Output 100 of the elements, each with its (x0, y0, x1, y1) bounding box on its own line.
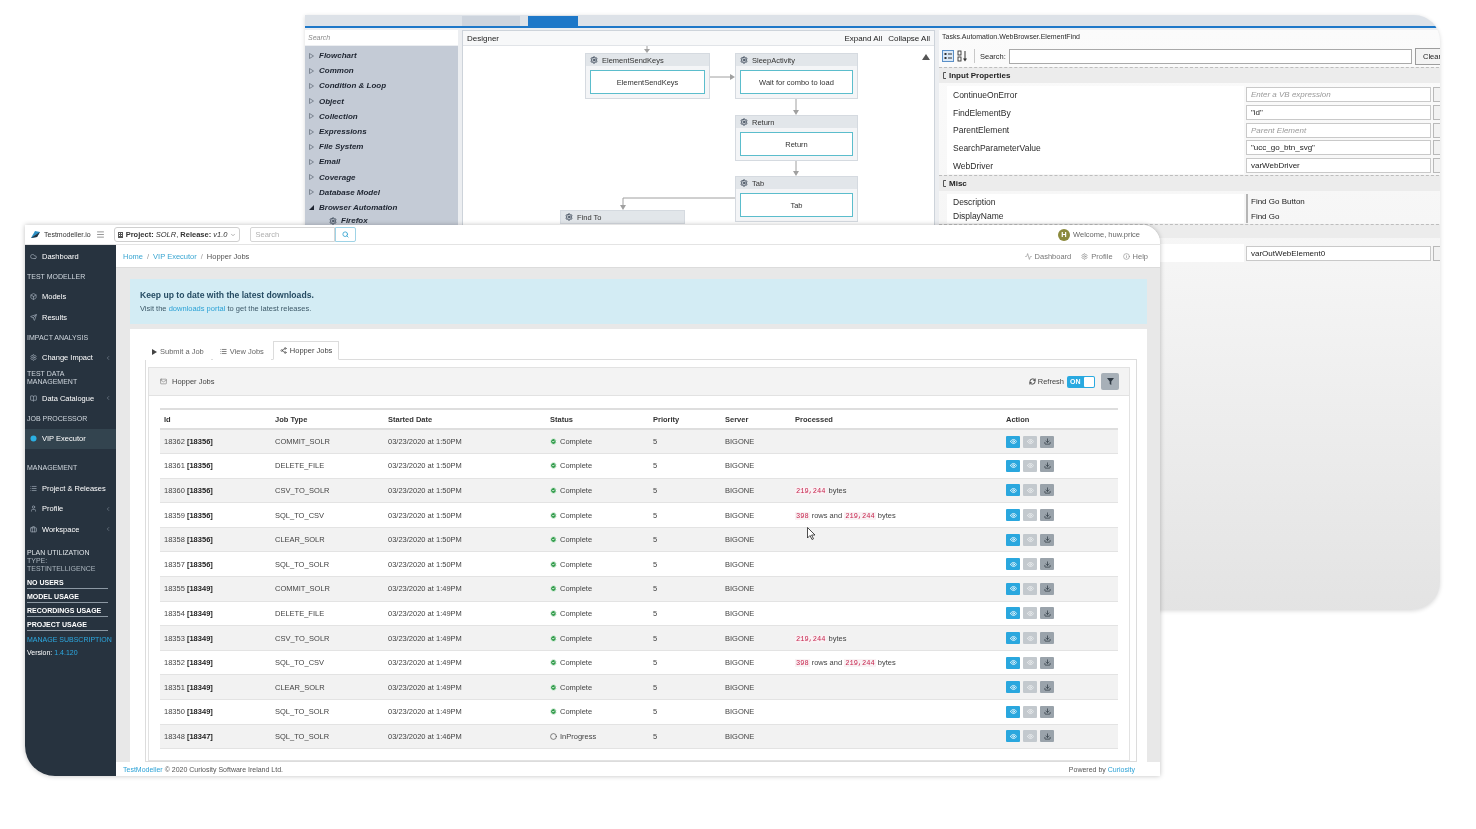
collapsed-triangle-icon[interactable] (309, 174, 314, 181)
toolbox-category[interactable]: Browser Automation (305, 199, 458, 216)
view-button[interactable] (1006, 435, 1020, 448)
property-name-cell: ContinueOnError (947, 86, 1244, 104)
user-icon (30, 505, 37, 513)
expanded-triangle-icon[interactable] (309, 204, 314, 210)
property-value-field[interactable]: Enter a VB expression (1246, 87, 1431, 103)
download-button[interactable] (1040, 582, 1054, 595)
view-button[interactable] (1006, 656, 1020, 669)
view-button[interactable] (1006, 484, 1020, 497)
toolbox-category[interactable]: Expressions (305, 123, 458, 140)
section-title: Misc (949, 179, 967, 189)
menu-icon[interactable] (95, 230, 105, 239)
toolbox-category[interactable]: Coverage (305, 169, 458, 185)
view-button[interactable] (1006, 459, 1020, 472)
eye-icon (1026, 536, 1034, 544)
building-icon (117, 231, 123, 238)
view-button[interactable] (1006, 632, 1020, 645)
toolbox-category[interactable]: Database Model (305, 184, 458, 200)
view-button[interactable] (1006, 730, 1020, 743)
gear-icon (740, 179, 748, 187)
toolbox-category[interactable]: Condition & Loop (305, 78, 458, 94)
eye-icon (1009, 462, 1017, 470)
check-circle-icon (550, 511, 557, 519)
download-button[interactable] (1040, 607, 1054, 620)
view-button[interactable] (1006, 705, 1020, 718)
collapsed-triangle-icon[interactable] (309, 189, 314, 196)
toolbox-category[interactable]: Flowchart (305, 48, 458, 64)
download-button[interactable] (1040, 558, 1054, 571)
collapse-icon[interactable] (943, 72, 946, 79)
toolbox-category[interactable]: Collection (305, 108, 458, 124)
alert-title: Keep up to date with the latest downloads. (140, 290, 315, 300)
toolbox-activity[interactable]: Firefox (305, 215, 458, 227)
eye-icon (1009, 683, 1017, 691)
logo-icon (30, 230, 41, 239)
toolbox-category[interactable]: File System (305, 139, 458, 155)
download-icon (1043, 609, 1051, 617)
collapsed-triangle-icon[interactable] (309, 158, 314, 165)
collapsed-triangle-icon[interactable] (309, 98, 314, 105)
view-button[interactable] (1006, 509, 1020, 522)
check-circle-icon (550, 634, 557, 642)
collapsed-triangle-icon[interactable] (309, 113, 314, 120)
download-button[interactable] (1040, 632, 1054, 645)
eye-icon (1026, 511, 1034, 519)
toggle-knob[interactable] (1084, 376, 1094, 387)
filter-button[interactable] (1101, 373, 1119, 390)
view-button[interactable] (1006, 607, 1020, 620)
view-button[interactable] (1006, 558, 1020, 571)
categorized-view-icon[interactable] (942, 50, 954, 62)
toolbox-category[interactable]: Email (305, 154, 458, 170)
toolbox-category[interactable]: Common (305, 63, 458, 79)
collapsed-triangle-icon[interactable] (309, 143, 314, 150)
eye-icon (1026, 487, 1034, 494)
check-circle-icon (550, 708, 557, 716)
designer-action-link[interactable]: Expand All (844, 33, 883, 43)
sort-icon[interactable] (957, 50, 969, 62)
property-value-field[interactable]: "id" (1246, 105, 1431, 121)
property-value-field[interactable]: varOutWebElement0 (1246, 245, 1431, 261)
view-button[interactable] (1006, 533, 1020, 546)
download-icon (1043, 511, 1051, 519)
paper-plane-icon (30, 313, 37, 321)
collapsed-triangle-icon[interactable] (309, 52, 314, 59)
gear-icon (740, 56, 748, 64)
download-button[interactable] (1040, 533, 1054, 546)
download-button[interactable] (1040, 509, 1054, 522)
view-button[interactable] (1006, 681, 1020, 694)
collapsed-triangle-icon[interactable] (309, 67, 314, 74)
download-button[interactable] (1040, 705, 1054, 718)
property-value-field[interactable]: "ucc_go_btn_svg" (1246, 140, 1431, 156)
download-button[interactable] (1040, 484, 1054, 497)
empty-circle-icon (550, 732, 557, 740)
list-icon (30, 484, 37, 492)
eye-icon (1009, 659, 1017, 667)
property-value-field[interactable]: varWebDriver (1246, 158, 1431, 174)
refresh-icon (1028, 378, 1036, 385)
collapse-icon[interactable] (943, 180, 946, 188)
download-button[interactable] (1040, 459, 1054, 472)
property-name-cell: ParentElement (947, 121, 1244, 140)
property-name-cell: SearchParameterValue (947, 139, 1244, 157)
gear-icon (565, 213, 573, 221)
download-button[interactable] (1040, 656, 1054, 669)
toolbox-category[interactable]: Object (305, 93, 458, 109)
designer-action-link[interactable]: Collapse All (888, 33, 930, 43)
download-button[interactable] (1040, 435, 1054, 448)
collapsed-triangle-icon[interactable] (309, 128, 314, 135)
connector-arrow (709, 74, 735, 80)
check-circle-icon (550, 609, 557, 617)
property-value-field[interactable]: Parent Element (1246, 122, 1431, 138)
gear-icon (740, 118, 748, 126)
download-icon (1043, 634, 1051, 642)
info-icon (1122, 252, 1130, 260)
download-button[interactable] (1040, 681, 1054, 694)
view-button[interactable] (1006, 582, 1020, 595)
property-search-field[interactable] (1008, 48, 1412, 64)
download-button[interactable] (1040, 730, 1054, 743)
search-button[interactable] (335, 227, 357, 242)
scroll-up-icon[interactable] (922, 54, 930, 60)
collapsed-triangle-icon[interactable] (309, 82, 314, 89)
eye-icon (1009, 585, 1017, 593)
designer-title: Designer (467, 33, 499, 43)
